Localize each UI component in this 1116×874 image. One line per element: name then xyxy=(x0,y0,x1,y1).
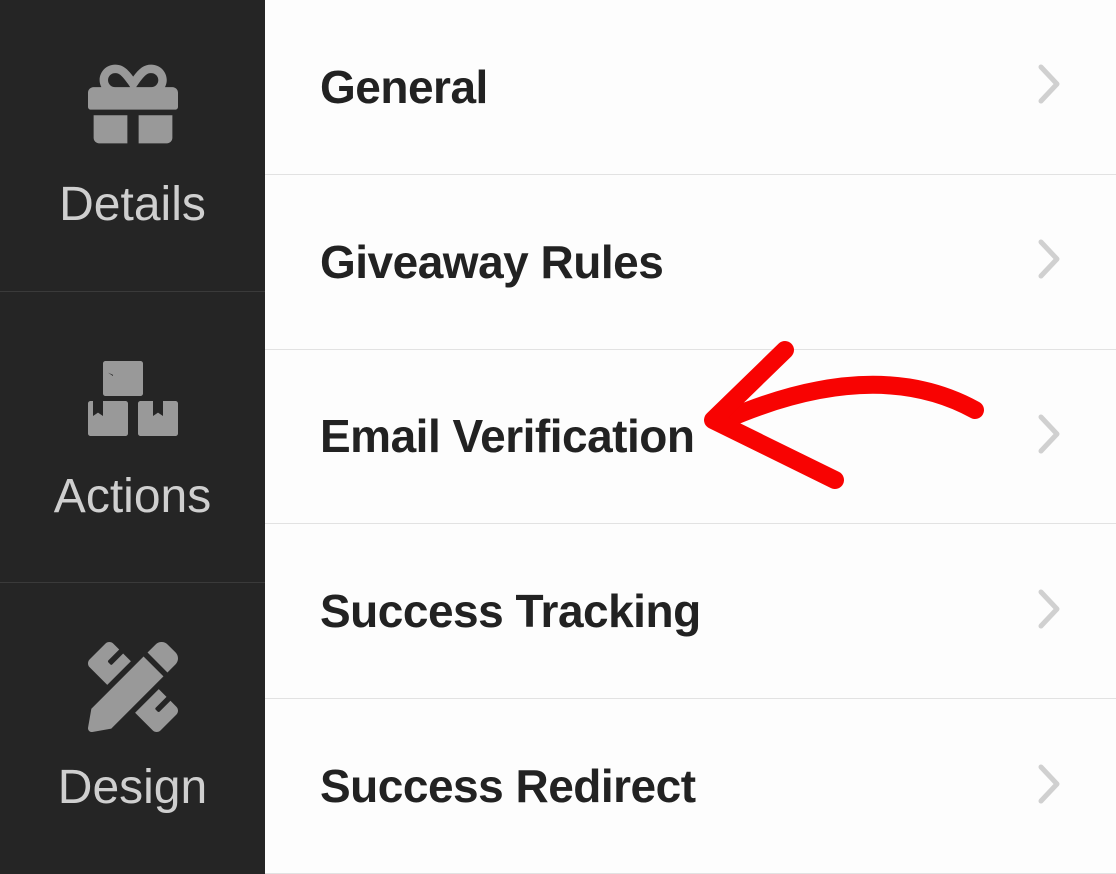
menu-item-success-tracking[interactable]: Success Tracking xyxy=(265,524,1116,699)
chevron-right-icon xyxy=(1037,588,1061,635)
menu-item-email-verification[interactable]: Email Verification xyxy=(265,350,1116,525)
chevron-right-icon xyxy=(1037,763,1061,810)
menu-item-label: Email Verification xyxy=(320,409,694,463)
gift-icon xyxy=(88,59,178,149)
sidebar-item-design[interactable]: Design xyxy=(0,583,265,874)
menu-item-giveaway-rules[interactable]: Giveaway Rules xyxy=(265,175,1116,350)
chevron-right-icon xyxy=(1037,63,1061,110)
sidebar-item-label: Actions xyxy=(54,469,211,524)
sidebar-item-label: Design xyxy=(58,760,207,815)
sidebar-item-details[interactable]: Details xyxy=(0,0,265,292)
boxes-icon xyxy=(88,351,178,441)
sidebar-item-label: Details xyxy=(59,177,206,232)
menu-item-general[interactable]: General xyxy=(265,0,1116,175)
settings-menu: General Giveaway Rules Email Verificatio… xyxy=(265,0,1116,874)
menu-item-label: Success Tracking xyxy=(320,584,701,638)
menu-item-label: Giveaway Rules xyxy=(320,235,663,289)
sidebar-item-actions[interactable]: Actions xyxy=(0,292,265,584)
menu-item-success-redirect[interactable]: Success Redirect xyxy=(265,699,1116,874)
pencil-ruler-icon xyxy=(88,642,178,732)
menu-item-label: General xyxy=(320,60,488,114)
menu-item-label: Success Redirect xyxy=(320,759,696,813)
chevron-right-icon xyxy=(1037,238,1061,285)
chevron-right-icon xyxy=(1037,413,1061,460)
sidebar: Details Actions Design xyxy=(0,0,265,874)
